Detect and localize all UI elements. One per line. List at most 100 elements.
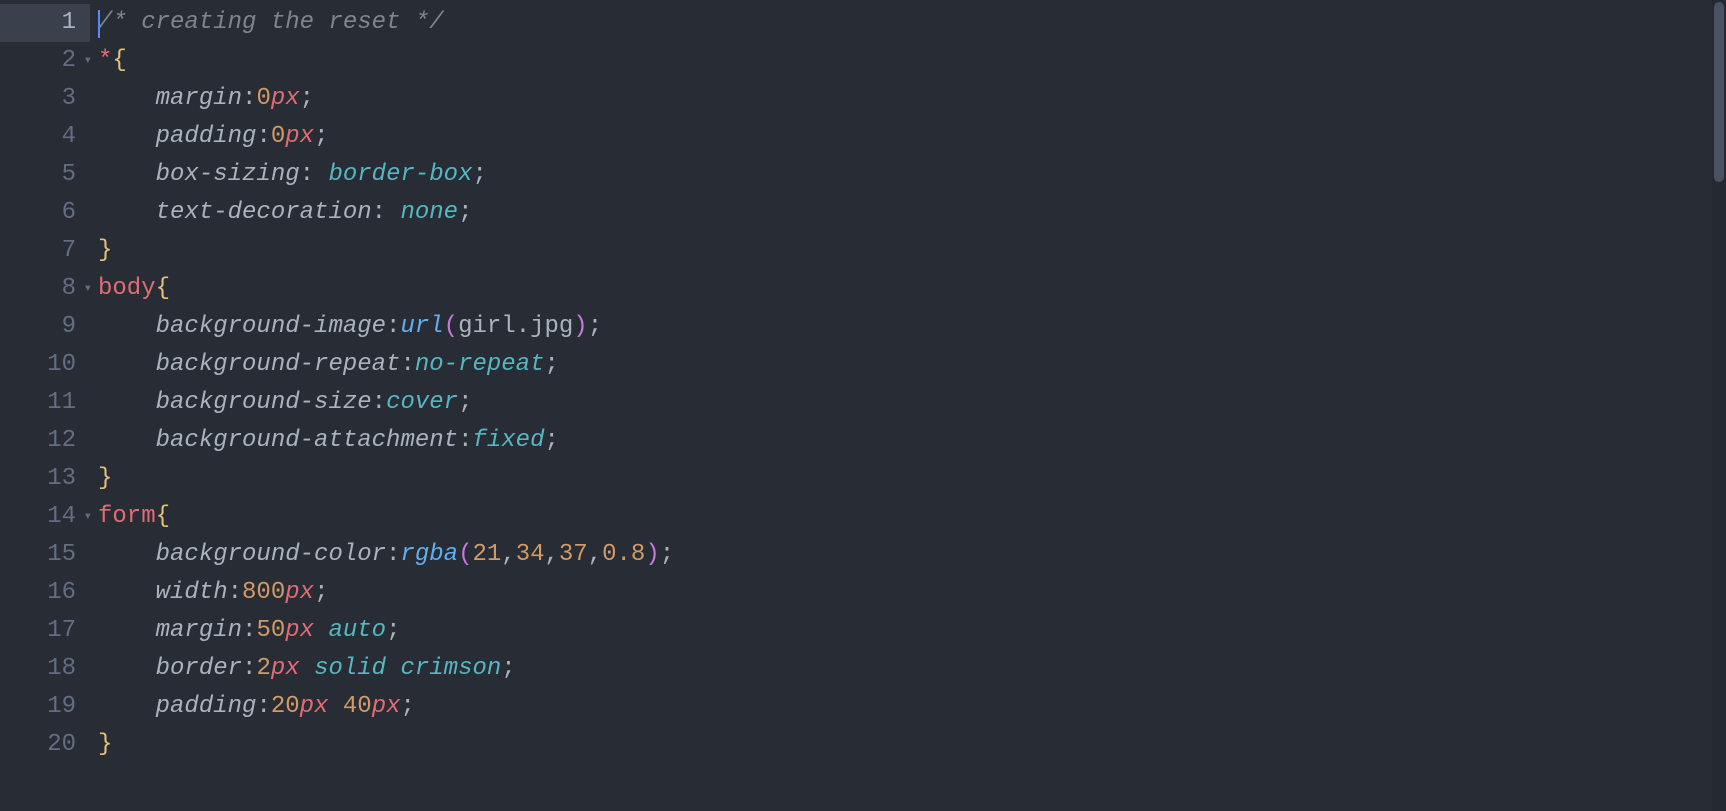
code-line[interactable]: form{ xyxy=(98,498,1726,536)
token-unit: px xyxy=(271,85,300,112)
token-punct: ; xyxy=(660,541,674,568)
token-brace: { xyxy=(156,275,170,302)
token-punct: : xyxy=(458,427,472,454)
token-number: 20 xyxy=(271,693,300,720)
token-prop: background-image xyxy=(156,313,386,340)
token-prop: border xyxy=(156,655,242,682)
code-line[interactable]: background-repeat:no-repeat; xyxy=(98,346,1726,384)
code-editor[interactable]: 12▾345678▾91011121314▾151617181920 /* cr… xyxy=(0,0,1726,811)
code-line[interactable]: width:800px; xyxy=(98,574,1726,612)
token-punct: : xyxy=(372,199,401,226)
token-func: url xyxy=(400,313,443,340)
token-selector: * xyxy=(98,47,112,74)
code-line[interactable]: text-decoration: none; xyxy=(98,194,1726,232)
token-plain xyxy=(300,655,314,682)
line-number: 7 xyxy=(0,232,90,270)
token-unit: px xyxy=(271,655,300,682)
token-indent xyxy=(98,123,156,150)
code-line[interactable]: } xyxy=(98,460,1726,498)
token-const: fixed xyxy=(472,427,544,454)
token-func: rgba xyxy=(400,541,458,568)
token-prop: padding xyxy=(156,693,257,720)
token-punct: ; xyxy=(314,123,328,150)
line-number-gutter: 12▾345678▾91011121314▾151617181920 xyxy=(0,0,90,811)
code-line[interactable]: margin:50px auto; xyxy=(98,612,1726,650)
line-number: 1 xyxy=(0,4,90,42)
token-punct: : xyxy=(300,161,329,188)
code-line[interactable]: body{ xyxy=(98,270,1726,308)
token-selector: form xyxy=(98,503,156,530)
code-line[interactable]: background-color:rgba(21,34,37,0.8); xyxy=(98,536,1726,574)
code-line[interactable]: margin:0px; xyxy=(98,80,1726,118)
code-line[interactable]: border:2px solid crimson; xyxy=(98,650,1726,688)
line-number: 19 xyxy=(0,688,90,726)
token-prop: text-decoration xyxy=(156,199,372,226)
line-number: 17 xyxy=(0,612,90,650)
token-indent xyxy=(98,313,156,340)
code-line[interactable]: padding:20px 40px; xyxy=(98,688,1726,726)
token-prop: box-sizing xyxy=(156,161,300,188)
token-indent xyxy=(98,161,156,188)
token-number: 34 xyxy=(516,541,545,568)
line-number: 10 xyxy=(0,346,90,384)
token-punct: ; xyxy=(386,617,400,644)
token-indent xyxy=(98,655,156,682)
token-paren: ) xyxy=(645,541,659,568)
token-number: 0.8 xyxy=(602,541,645,568)
token-punct: : xyxy=(386,541,400,568)
line-number: 15 xyxy=(0,536,90,574)
token-brace: } xyxy=(98,731,112,758)
code-line[interactable]: padding:0px; xyxy=(98,118,1726,156)
token-const: solid crimson xyxy=(314,655,501,682)
token-const: cover xyxy=(386,389,458,416)
code-area[interactable]: /* creating the reset */*{ margin:0px; p… xyxy=(90,0,1726,811)
token-const: border-box xyxy=(328,161,472,188)
token-indent xyxy=(98,351,156,378)
token-sep: , xyxy=(545,541,559,568)
code-line[interactable]: background-size:cover; xyxy=(98,384,1726,422)
line-number: 2▾ xyxy=(0,42,90,80)
token-unit: px xyxy=(372,693,401,720)
token-punct: ; xyxy=(401,693,415,720)
token-number: 21 xyxy=(472,541,501,568)
token-prop: background-size xyxy=(156,389,372,416)
token-unit: px xyxy=(285,617,314,644)
token-punct: : xyxy=(386,313,400,340)
token-number: 2 xyxy=(256,655,270,682)
token-number: 800 xyxy=(242,579,285,606)
text-cursor xyxy=(98,10,100,38)
token-paren: ( xyxy=(444,313,458,340)
token-punct: ; xyxy=(588,313,602,340)
token-paren: ) xyxy=(573,313,587,340)
token-unit: px xyxy=(285,123,314,150)
code-line[interactable]: background-attachment:fixed; xyxy=(98,422,1726,460)
token-punct: ; xyxy=(458,199,472,226)
line-number: 3 xyxy=(0,80,90,118)
token-prop: background-color xyxy=(156,541,386,568)
code-line[interactable]: } xyxy=(98,232,1726,270)
line-number: 14▾ xyxy=(0,498,90,536)
token-punct: : xyxy=(400,351,414,378)
token-punct: ; xyxy=(472,161,486,188)
token-prop: background-repeat xyxy=(156,351,401,378)
token-brace: { xyxy=(112,47,126,74)
token-sep: , xyxy=(588,541,602,568)
line-number: 6 xyxy=(0,194,90,232)
token-plain xyxy=(328,693,342,720)
token-prop: margin xyxy=(156,85,242,112)
code-line[interactable]: box-sizing: border-box; xyxy=(98,156,1726,194)
token-punct: ; xyxy=(501,655,515,682)
token-punct: : xyxy=(256,123,270,150)
token-indent xyxy=(98,85,156,112)
code-line[interactable]: /* creating the reset */ xyxy=(98,4,1726,42)
code-line[interactable]: *{ xyxy=(98,42,1726,80)
code-line[interactable]: background-image:url(girl.jpg); xyxy=(98,308,1726,346)
token-brace: } xyxy=(98,465,112,492)
token-indent xyxy=(98,579,156,606)
token-brace: { xyxy=(156,503,170,530)
line-number: 18 xyxy=(0,650,90,688)
line-number: 20 xyxy=(0,726,90,764)
line-number: 9 xyxy=(0,308,90,346)
token-punct: : xyxy=(242,655,256,682)
code-line[interactable]: } xyxy=(98,726,1726,764)
